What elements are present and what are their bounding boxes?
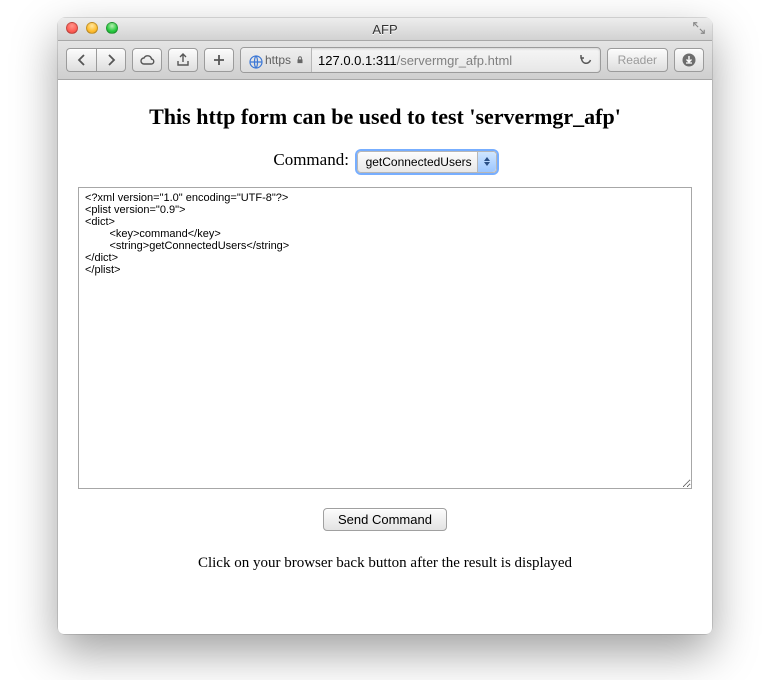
page-content: This http form can be used to test 'serv… — [58, 80, 712, 592]
command-row: Command: getConnectedUsers — [78, 150, 692, 173]
close-window-button[interactable] — [66, 22, 78, 34]
url-scheme: https — [241, 48, 312, 72]
url-host: 127.0.0.1:311 — [318, 53, 397, 68]
select-stepper-icon — [477, 152, 496, 172]
icloud-button[interactable] — [132, 48, 162, 72]
minimize-window-button[interactable] — [86, 22, 98, 34]
nav-buttons — [66, 48, 126, 72]
command-select-value: getConnectedUsers — [358, 155, 496, 169]
plus-icon — [211, 52, 227, 68]
fullscreen-icon[interactable] — [692, 21, 706, 35]
reader-label: Reader — [618, 53, 657, 67]
chevron-right-icon — [103, 52, 119, 68]
window-controls — [66, 22, 118, 34]
url-path: /servermgr_afp.html — [397, 53, 513, 68]
reload-icon — [578, 52, 594, 68]
request-body-textarea[interactable] — [78, 187, 692, 489]
address-bar[interactable]: https 127.0.0.1:311/servermgr_afp.html — [240, 47, 601, 73]
scheme-label: https — [265, 53, 291, 67]
page-heading: This http form can be used to test 'serv… — [78, 104, 692, 130]
zoom-window-button[interactable] — [106, 22, 118, 34]
downloads-button[interactable] — [674, 48, 704, 72]
reload-button[interactable] — [572, 48, 600, 72]
browser-window: AFP — [58, 18, 712, 634]
chevron-left-icon — [74, 52, 90, 68]
forward-button[interactable] — [96, 48, 126, 72]
download-icon — [681, 52, 697, 68]
browser-toolbar: https 127.0.0.1:311/servermgr_afp.html R… — [58, 41, 712, 80]
back-button[interactable] — [66, 48, 96, 72]
window-title: AFP — [58, 22, 712, 37]
hint-text: Click on your browser back button after … — [78, 555, 692, 572]
lock-icon — [295, 55, 305, 65]
cloud-icon — [139, 52, 155, 68]
share-icon — [175, 52, 191, 68]
share-button[interactable] — [168, 48, 198, 72]
command-select[interactable]: getConnectedUsers — [357, 151, 497, 173]
url-text: 127.0.0.1:311/servermgr_afp.html — [312, 53, 572, 68]
title-bar: AFP — [58, 18, 712, 41]
globe-icon — [248, 54, 261, 67]
send-command-button[interactable]: Send Command — [323, 508, 447, 531]
new-tab-button[interactable] — [204, 48, 234, 72]
command-label: Command: — [273, 150, 349, 169]
reader-button[interactable]: Reader — [607, 48, 668, 72]
